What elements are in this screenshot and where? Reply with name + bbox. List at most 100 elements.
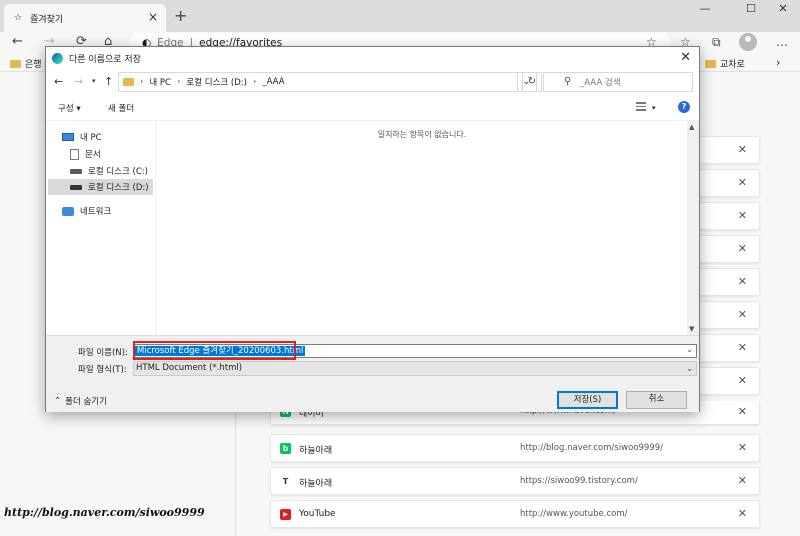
blog-watermark: http://blog.naver.com/siwoo9999 <box>4 506 205 519</box>
recent-locations-icon[interactable]: ▾ <box>92 77 96 85</box>
nav-item-this-pc[interactable]: 내 PC <box>48 129 153 145</box>
list-item[interactable]: T 하늘아래 https://siwoo99.tistory.com/ ✕ <box>270 467 760 495</box>
dialog-titlebar: 다른 이름으로 저장 ✕ <box>46 47 699 69</box>
drive-icon <box>70 184 82 190</box>
chevron-down-icon: ⌄ <box>686 364 693 373</box>
view-options-icon[interactable] <box>636 102 646 111</box>
help-icon[interactable]: ? <box>678 101 690 113</box>
edge-logo-icon <box>52 52 63 64</box>
nav-item-label: 로컬 디스크 (C:) <box>88 167 148 177</box>
menu-icon[interactable]: … <box>776 35 788 49</box>
pc-icon <box>62 133 74 141</box>
delete-icon[interactable]: ✕ <box>738 209 747 222</box>
navigation-pane: 내 PC 문서 로컬 디스크 (C:) 로컬 디스크 (D:) 네트워크 <box>46 121 156 335</box>
up-icon[interactable]: ↑ <box>104 75 113 88</box>
nav-item-label: 내 PC <box>80 133 102 143</box>
save-button[interactable]: 저장(S) <box>557 391 618 409</box>
star-list-icon: ☆ <box>14 13 23 23</box>
refresh-icon[interactable]: ↻ <box>522 72 542 92</box>
search-placeholder: _AAA 검색 <box>580 78 621 88</box>
chevron-right-icon[interactable]: › <box>776 56 780 69</box>
chevron-up-icon: ⌃ <box>54 396 62 406</box>
save-as-dialog: 다른 이름으로 저장 ✕ ← → ▾ ↑ › 내 PC › 로컬 디스크 (D:… <box>45 46 700 412</box>
folder-icon <box>705 59 716 68</box>
filetype-value: HTML Document (*.html) <box>136 363 243 373</box>
breadcrumb-item[interactable]: 로컬 디스크 (D:) <box>186 76 247 88</box>
drive-icon <box>70 168 82 174</box>
new-folder-button[interactable]: 새 폴더 <box>108 102 134 114</box>
nav-item-label: 네트워크 <box>80 207 112 217</box>
organize-label: 구성 <box>58 104 74 114</box>
delete-icon[interactable]: ✕ <box>738 405 747 418</box>
nav-item-documents[interactable]: 문서 <box>48 146 153 162</box>
organize-button[interactable]: 구성 ▾ <box>58 102 81 114</box>
document-icon <box>70 148 79 160</box>
favorite-name: YouTube <box>299 509 336 519</box>
chevron-right-icon: › <box>177 77 181 87</box>
back-icon[interactable]: ← <box>54 75 63 88</box>
favorite-url: http://blog.naver.com/siwoo9999/ <box>520 443 664 453</box>
delete-icon[interactable]: ✕ <box>738 341 747 354</box>
maximize-icon[interactable]: ☐ <box>736 2 766 15</box>
filetype-select[interactable]: HTML Document (*.html) ⌄ <box>133 361 697 376</box>
tab-favorites[interactable]: ☆ 즐겨찾기 × <box>4 4 166 32</box>
forward-icon[interactable]: → <box>74 75 83 88</box>
folder-icon <box>123 78 134 86</box>
minimize-icon[interactable]: — <box>690 2 720 15</box>
search-icon: ⚲ <box>564 76 572 87</box>
delete-icon[interactable]: ✕ <box>738 176 747 189</box>
close-window-icon[interactable]: ✕ <box>768 2 798 15</box>
favorite-name: 하늘아래 <box>299 479 333 489</box>
favbar-folder-crossroad[interactable]: 교차로 <box>705 57 745 70</box>
dialog-command-bar: 구성 ▾ 새 폴더 ▾ ? <box>46 95 699 121</box>
nav-item-drive-d[interactable]: 로컬 디스크 (D:) <box>48 179 153 195</box>
network-icon <box>62 206 74 216</box>
favbar-folder-label: 은행 <box>25 60 42 70</box>
filetype-label: 파일 형식(T): <box>78 365 127 375</box>
filename-label: 파일 이름(N): <box>78 348 128 358</box>
delete-icon[interactable]: ✕ <box>738 507 747 520</box>
avatar[interactable] <box>739 33 757 51</box>
delete-icon[interactable]: ✕ <box>738 143 747 156</box>
scrollbar[interactable]: ▲ ▼ <box>687 121 699 335</box>
breadcrumb-item[interactable]: 내 PC <box>149 76 171 88</box>
collections-icon[interactable]: ⧉ <box>712 35 721 50</box>
close-tab-icon[interactable]: × <box>148 10 158 24</box>
scroll-up-icon[interactable]: ▲ <box>689 123 694 131</box>
nav-item-label: 문서 <box>85 150 101 160</box>
favorite-url: http://www.youtube.com/ <box>520 509 628 519</box>
close-icon[interactable]: ✕ <box>680 50 691 65</box>
chevron-right-icon: › <box>140 77 144 87</box>
tistory-icon: T <box>280 476 291 487</box>
favorite-url: https://siwoo99.tistory.com/ <box>520 476 638 486</box>
delete-icon[interactable]: ✕ <box>738 374 747 387</box>
cancel-button[interactable]: 취소 <box>626 391 687 409</box>
delete-icon[interactable]: ✕ <box>738 242 747 255</box>
favorite-name: 하늘아래 <box>299 446 333 456</box>
chevron-right-icon: › <box>252 77 257 87</box>
scroll-down-icon[interactable]: ▼ <box>689 325 694 333</box>
folder-icon <box>10 59 21 68</box>
file-list[interactable]: 일치하는 항목이 없습니다. <box>157 121 687 335</box>
hide-folders-toggle[interactable]: ⌃ 폴더 숨기기 <box>54 395 107 407</box>
breadcrumb[interactable]: › 내 PC › 로컬 디스크 (D:) › _AAA <box>118 72 518 92</box>
delete-icon[interactable]: ✕ <box>738 441 747 454</box>
view-dropdown-icon[interactable]: ▾ <box>652 104 656 112</box>
tab-strip: ☆ 즐겨찾기 × + — ☐ ✕ <box>0 0 800 32</box>
list-item[interactable]: b 하늘아래 http://blog.naver.com/siwoo9999/ … <box>270 434 760 462</box>
favbar-folder-bank[interactable]: 은행 <box>10 57 42 70</box>
empty-message: 일치하는 항목이 없습니다. <box>377 130 467 139</box>
nav-item-drive-c[interactable]: 로컬 디스크 (C:) <box>48 163 153 179</box>
delete-icon[interactable]: ✕ <box>738 275 747 288</box>
nav-item-network[interactable]: 네트워크 <box>48 203 153 219</box>
delete-icon[interactable]: ✕ <box>738 308 747 321</box>
breadcrumb-item[interactable]: _AAA <box>262 77 284 87</box>
chevron-down-icon[interactable]: ⌄ <box>686 345 693 354</box>
tab-title: 즐겨찾기 <box>30 14 64 25</box>
search-input[interactable]: ⚲ _AAA 검색 <box>543 72 693 92</box>
delete-icon[interactable]: ✕ <box>738 474 747 487</box>
list-item[interactable]: ▶ YouTube http://www.youtube.com/ ✕ <box>270 500 760 528</box>
back-icon[interactable]: ← <box>12 34 23 49</box>
nav-item-label: 로컬 디스크 (D:) <box>88 183 149 193</box>
new-tab-icon[interactable]: + <box>174 6 187 25</box>
